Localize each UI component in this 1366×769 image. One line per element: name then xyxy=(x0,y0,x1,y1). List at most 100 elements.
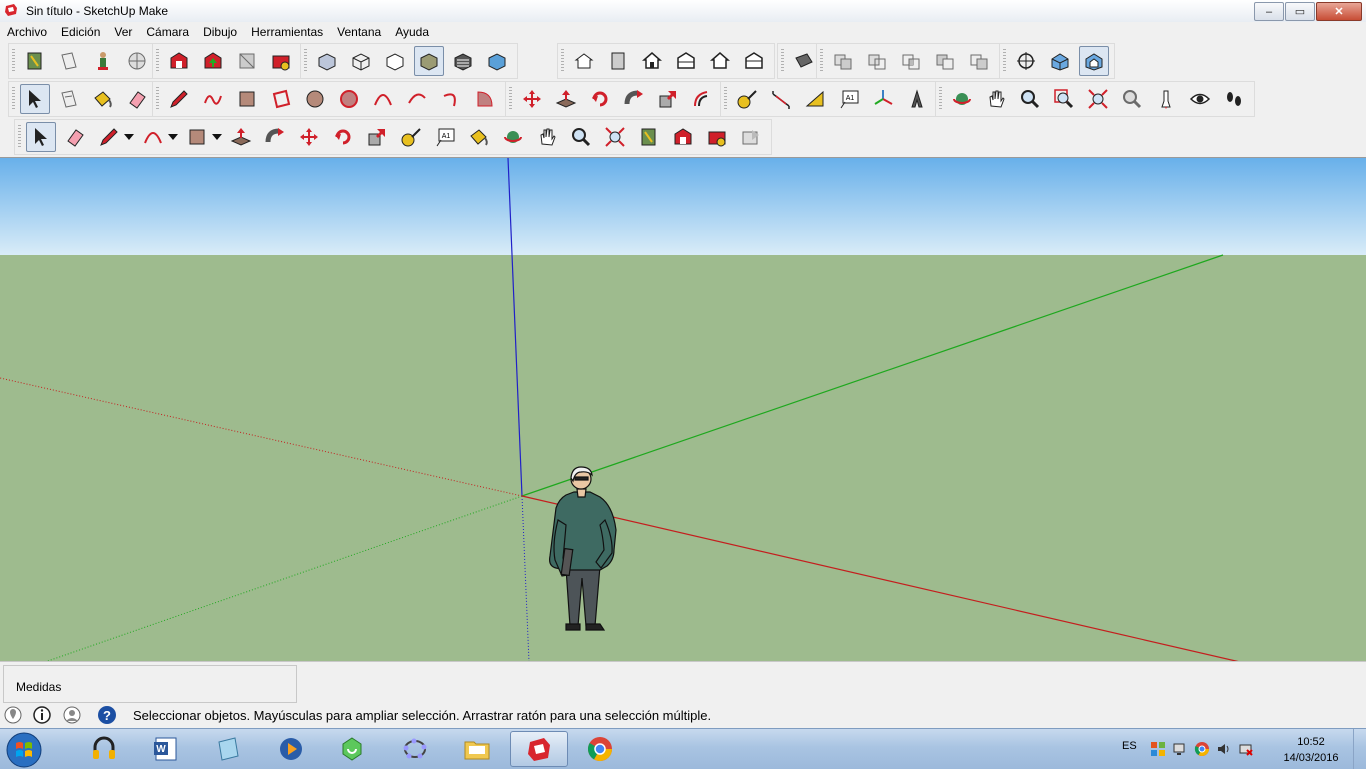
text-button[interactable]: A1 xyxy=(430,122,460,152)
warehouse-button[interactable] xyxy=(164,46,194,76)
office-tray-icon[interactable] xyxy=(1150,741,1166,757)
follow-me-button[interactable] xyxy=(619,84,649,114)
offset-button[interactable] xyxy=(687,84,717,114)
instructor-help-icon[interactable]: ? xyxy=(97,705,117,725)
paper-button[interactable] xyxy=(54,46,84,76)
zoom-extents-button[interactable] xyxy=(1083,84,1113,114)
start-button-icon[interactable] xyxy=(5,731,43,769)
follow-me-button[interactable] xyxy=(260,122,290,152)
menu-ayuda[interactable]: Ayuda xyxy=(388,22,436,42)
scale-button[interactable] xyxy=(362,122,392,152)
zoom-button[interactable] xyxy=(566,122,596,152)
push-pull-button[interactable] xyxy=(226,122,256,152)
paint-bucket-button[interactable] xyxy=(88,84,118,114)
pie-button[interactable] xyxy=(470,84,500,114)
iso-view-button[interactable] xyxy=(569,46,599,76)
subtract-button[interactable] xyxy=(862,46,892,76)
position-camera-button[interactable] xyxy=(1011,46,1041,76)
zoom-button[interactable] xyxy=(1015,84,1045,114)
zoom-extents-button[interactable] xyxy=(600,122,630,152)
back-view-button[interactable] xyxy=(705,46,735,76)
select-button[interactable] xyxy=(20,84,50,114)
three-point-arc-button[interactable] xyxy=(436,84,466,114)
dimension-button[interactable] xyxy=(766,84,796,114)
geolocation-icon[interactable] xyxy=(3,705,23,725)
polygon-button[interactable] xyxy=(334,84,364,114)
text-button[interactable]: A1 xyxy=(834,84,864,114)
right-view-button[interactable] xyxy=(671,46,701,76)
front-view-button[interactable] xyxy=(637,46,667,76)
look-around-button[interactable] xyxy=(1185,84,1215,114)
rotated-rectangle-button[interactable] xyxy=(266,84,296,114)
shaded-textures-button[interactable] xyxy=(448,46,478,76)
paint-bucket-button[interactable] xyxy=(464,122,494,152)
power-tray-icon[interactable] xyxy=(1238,741,1254,757)
geogebra-taskbar-button[interactable] xyxy=(386,731,444,767)
chrome-taskbar-button[interactable] xyxy=(571,731,629,767)
recycle-taskbar-button[interactable] xyxy=(323,731,381,767)
tape-measure-button[interactable] xyxy=(396,122,426,152)
eraser-button[interactable] xyxy=(122,84,152,114)
pencil-button[interactable] xyxy=(94,122,124,152)
components-button[interactable] xyxy=(232,46,262,76)
menu-edicion[interactable]: Edición xyxy=(54,22,107,42)
chevron-down-icon[interactable] xyxy=(212,122,222,152)
notepad-taskbar-button[interactable] xyxy=(199,731,257,767)
maximize-button[interactable]: ▭ xyxy=(1285,2,1315,21)
wireframe-button[interactable] xyxy=(346,46,376,76)
menu-archivo[interactable]: Archivo xyxy=(0,22,54,42)
user-icon[interactable] xyxy=(62,705,82,725)
move-button[interactable] xyxy=(294,122,324,152)
volume-tray-icon[interactable] xyxy=(1216,741,1232,757)
rectangle-button[interactable] xyxy=(182,122,212,152)
folder-taskbar-button[interactable] xyxy=(448,731,506,767)
rectangle-button[interactable] xyxy=(232,84,262,114)
xray-button[interactable] xyxy=(312,46,342,76)
make-component-button[interactable] xyxy=(54,84,84,114)
clock[interactable]: 10:52 14/03/2016 xyxy=(1276,734,1346,766)
intersect-button[interactable] xyxy=(896,46,926,76)
extension-warehouse-button[interactable] xyxy=(266,46,296,76)
media-taskbar-button[interactable] xyxy=(262,731,320,767)
freehand-button[interactable] xyxy=(198,84,228,114)
menu-ventana[interactable]: Ventana xyxy=(330,22,388,42)
headphones-taskbar-button[interactable] xyxy=(75,731,133,767)
select-button[interactable] xyxy=(26,122,56,152)
axes-button[interactable] xyxy=(868,84,898,114)
pencil-button[interactable] xyxy=(164,84,194,114)
union-button[interactable] xyxy=(828,46,858,76)
trim-button[interactable] xyxy=(930,46,960,76)
network-tray-icon[interactable] xyxy=(1172,741,1188,757)
pan-button[interactable] xyxy=(532,122,562,152)
two-point-button[interactable] xyxy=(1079,46,1109,76)
tape-measure-button[interactable] xyxy=(732,84,762,114)
menu-camara[interactable]: Cámara xyxy=(139,22,196,42)
minimize-button[interactable]: – xyxy=(1254,2,1284,21)
previous-button[interactable] xyxy=(1117,84,1147,114)
globe-button[interactable] xyxy=(122,46,152,76)
menu-herramientas[interactable]: Herramientas xyxy=(244,22,330,42)
monochrome-button[interactable] xyxy=(482,46,512,76)
credits-icon[interactable] xyxy=(32,705,52,725)
language-indicator[interactable]: ES xyxy=(1122,740,1137,752)
arc-button[interactable] xyxy=(138,122,168,152)
move-button[interactable] xyxy=(517,84,547,114)
shaded-button[interactable] xyxy=(414,46,444,76)
sketchup-taskbar-button[interactable] xyxy=(510,731,568,767)
pan-button[interactable] xyxy=(981,84,1011,114)
chrome-tray-icon[interactable] xyxy=(1194,741,1210,757)
left-view-button[interactable] xyxy=(739,46,769,76)
model-info-button[interactable] xyxy=(20,46,50,76)
3d-text-button[interactable] xyxy=(902,84,932,114)
arc-button[interactable] xyxy=(368,84,398,114)
orbit-button[interactable] xyxy=(947,84,977,114)
top-view-button[interactable] xyxy=(603,46,633,76)
scale-button[interactable] xyxy=(653,84,683,114)
measurements-input[interactable] xyxy=(140,674,292,694)
share-button[interactable] xyxy=(736,122,766,152)
close-button[interactable]: ✕ xyxy=(1316,2,1362,21)
figure-button[interactable] xyxy=(88,46,118,76)
circle-button[interactable] xyxy=(300,84,330,114)
walk-button[interactable] xyxy=(1151,84,1181,114)
hidden-line-button[interactable] xyxy=(380,46,410,76)
